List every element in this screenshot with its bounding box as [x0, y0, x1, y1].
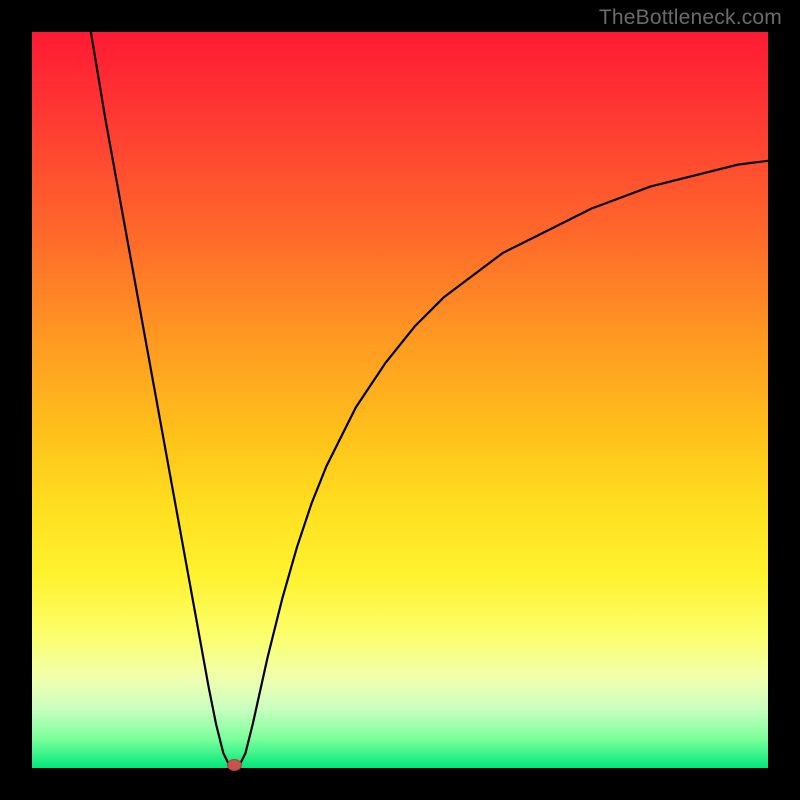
bottleneck-curve [91, 32, 768, 768]
chart-frame: TheBottleneck.com [0, 0, 800, 800]
min-marker [227, 760, 241, 771]
curve-svg [32, 32, 768, 768]
plot-area [32, 32, 768, 768]
watermark: TheBottleneck.com [599, 6, 782, 30]
